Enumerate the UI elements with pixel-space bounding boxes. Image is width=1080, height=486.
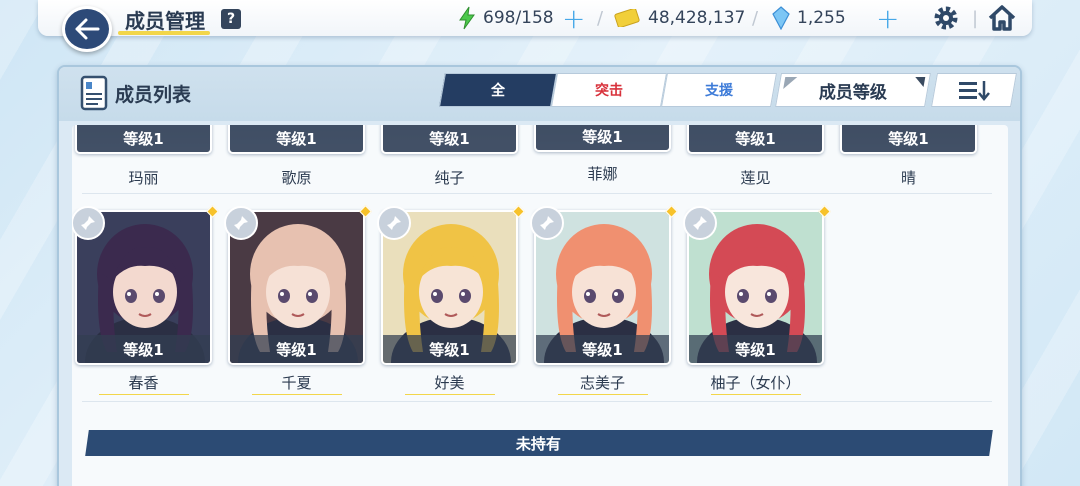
student-name: 纯子: [434, 169, 465, 187]
level-label: 等级1: [689, 335, 822, 363]
student-card[interactable]: 等级1: [687, 125, 824, 154]
member-list-icon: [80, 75, 108, 111]
level-label: 等级1: [383, 125, 516, 152]
sort-order-button[interactable]: [931, 73, 1017, 107]
name-underline: [99, 394, 189, 395]
tab-striker[interactable]: 突击: [551, 73, 667, 107]
gems-plus-button[interactable]: +: [876, 2, 899, 35]
pin-icon[interactable]: [72, 206, 105, 240]
tab-striker-label: 突击: [595, 83, 623, 99]
home-icon[interactable]: [987, 4, 1017, 32]
sort-label: 成员等级: [819, 82, 887, 103]
tab-all[interactable]: 全: [439, 73, 557, 107]
student-name: 莲见: [740, 169, 771, 187]
level-label: 等级1: [383, 335, 516, 363]
student-card[interactable]: 等级1: [75, 125, 212, 154]
student-name: 菲娜: [587, 165, 618, 183]
student-card[interactable]: 等级1: [228, 125, 365, 154]
member-grid: 等级1 玛丽 等级1 歌原 等级1 纯子 等级1 菲娜 等级1 莲见 等级1 晴 等级1 春香 等级1 千夏…: [72, 125, 1008, 486]
level-label: 等级1: [689, 125, 822, 152]
student-name: 春香: [128, 374, 159, 392]
level-label: 等级1: [230, 125, 363, 152]
student-name: 千夏: [281, 374, 312, 392]
divider: |: [972, 8, 979, 29]
student-card[interactable]: 等级1: [534, 125, 671, 152]
divider: /: [597, 8, 604, 29]
tab-all-label: 全: [491, 83, 505, 99]
level-label: 等级1: [536, 335, 669, 363]
panel-title: 成员列表: [115, 84, 192, 106]
gear-icon[interactable]: [932, 4, 960, 32]
pin-icon[interactable]: [683, 206, 717, 240]
ap-lightning-icon: [459, 6, 475, 30]
corner-decoration: [783, 77, 798, 89]
divider: /: [752, 8, 759, 29]
tab-special-label: 支援: [705, 83, 733, 99]
dropdown-corner-icon: [913, 77, 926, 87]
sort-dropdown[interactable]: 成员等级: [775, 73, 931, 107]
credits-value: 48,428,137: [648, 8, 746, 28]
gems-value: 1,255: [797, 8, 846, 28]
gem-icon: [772, 6, 790, 30]
name-underline: [252, 394, 342, 395]
page-title: 成员管理: [125, 9, 205, 33]
credit-icon: [614, 9, 640, 27]
level-label: 等级1: [842, 125, 975, 152]
student-name: 晴: [900, 169, 916, 187]
filter-tabs: 全 突击 支援: [439, 73, 777, 107]
back-button[interactable]: [62, 6, 112, 52]
name-underline: [711, 394, 801, 395]
title-underline: [118, 31, 210, 35]
row-separator: [82, 401, 992, 402]
student-name: 柚子（女仆）: [710, 374, 801, 392]
level-label: 等级1: [536, 125, 669, 150]
level-label: 等级1: [230, 335, 363, 363]
pin-icon[interactable]: [224, 206, 258, 240]
student-name: 玛丽: [128, 169, 159, 187]
pin-icon[interactable]: [377, 206, 411, 240]
student-name: 歌原: [281, 169, 312, 187]
arrow-left-icon: [75, 18, 100, 40]
name-underline: [405, 394, 495, 395]
unowned-section-header: 未持有: [85, 430, 993, 456]
tab-special[interactable]: 支援: [661, 73, 777, 107]
member-list-panel: 成员列表 全 突击 支援 成员等级 等级1 玛丽 等级1 歌原 等级1 纯子 等级1 菲娜 等级…: [57, 65, 1022, 486]
level-label: 等级1: [77, 125, 210, 152]
student-name: 志美子: [579, 374, 625, 392]
student-card[interactable]: 等级1: [840, 125, 977, 154]
unowned-label: 未持有: [516, 434, 562, 453]
pin-icon[interactable]: [530, 206, 564, 240]
name-underline: [558, 394, 648, 395]
ap-plus-button[interactable]: +: [562, 2, 585, 35]
sort-descending-icon: [959, 81, 990, 101]
row-separator: [82, 193, 992, 194]
ap-value: 698/158: [483, 8, 554, 28]
student-card[interactable]: 等级1: [381, 125, 518, 154]
help-icon[interactable]: ?: [221, 9, 241, 29]
student-name: 好美: [434, 374, 465, 392]
level-label: 等级1: [77, 335, 210, 363]
